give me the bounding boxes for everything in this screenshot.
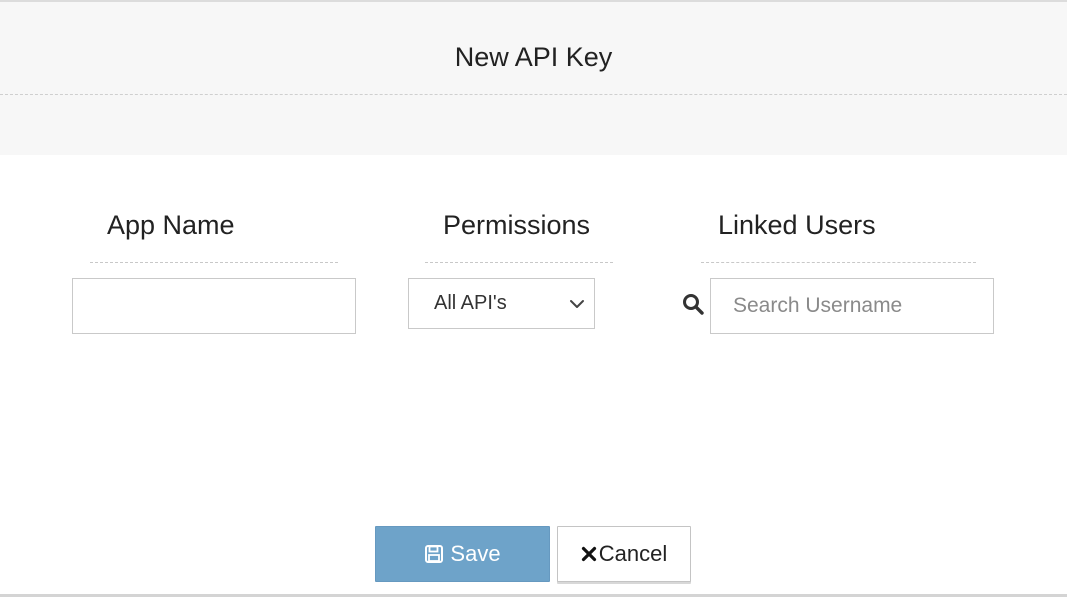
close-icon — [581, 546, 596, 562]
chevron-down-icon — [570, 300, 584, 308]
app-name-input[interactable] — [72, 278, 356, 334]
save-button[interactable]: Save — [375, 526, 550, 582]
save-button-label: Save — [450, 541, 501, 566]
floppy-disk-icon — [425, 545, 444, 563]
new-api-key-modal: New API Key App Name Permissions All API… — [0, 0, 1067, 597]
permissions-divider — [425, 262, 613, 263]
app-name-label: App Name — [107, 210, 235, 240]
cancel-button[interactable]: Cancel — [557, 526, 691, 582]
search-icon — [683, 294, 704, 315]
linked-users-divider — [701, 262, 976, 263]
modal-title: New API Key — [454, 42, 613, 72]
permissions-select[interactable]: All API's — [408, 278, 595, 329]
search-username-input[interactable] — [710, 278, 994, 334]
app-name-divider — [90, 262, 338, 263]
linked-users-label: Linked Users — [718, 210, 876, 240]
permissions-label: Permissions — [443, 210, 591, 240]
cancel-button-label: Cancel — [598, 541, 668, 566]
header-divider — [0, 94, 1067, 95]
modal-header: New API Key — [0, 2, 1067, 155]
permissions-selected-value: All API's — [434, 292, 507, 314]
